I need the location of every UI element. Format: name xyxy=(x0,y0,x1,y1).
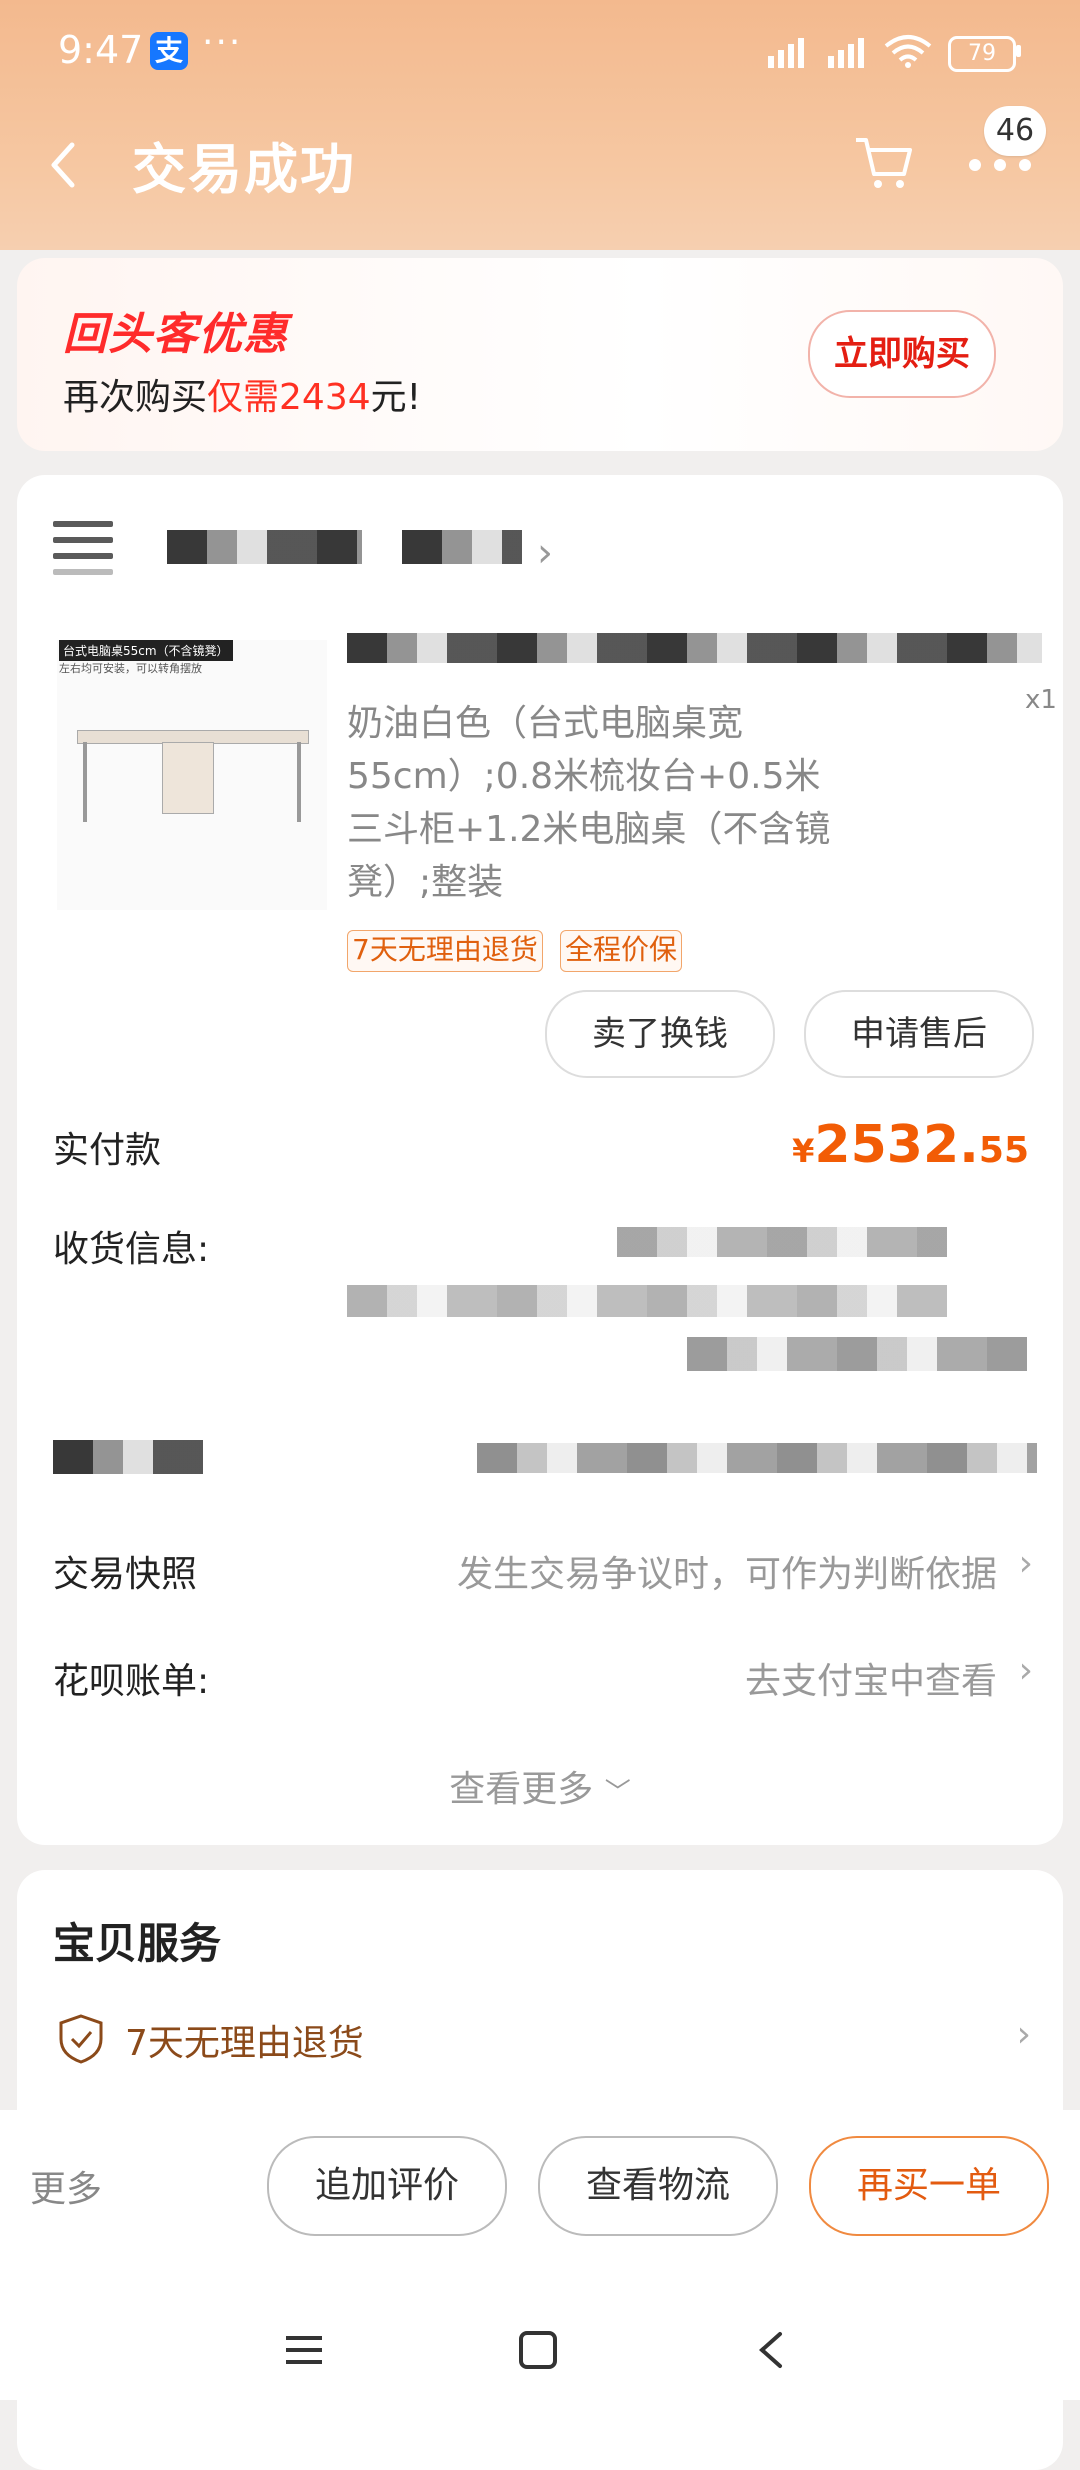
badge-price-protect: 全程价保 xyxy=(560,930,683,972)
wifi-icon xyxy=(884,35,932,68)
chevron-right-icon[interactable]: › xyxy=(537,530,553,576)
huabei-value[interactable]: 去支付宝中查看 xyxy=(745,1652,997,1704)
view-more-button[interactable]: 查看更多 ﹀ xyxy=(17,1760,1063,1812)
product-image-sub: 左右均可安装，可以转角摆放 xyxy=(59,662,202,675)
shop-icon xyxy=(53,521,113,577)
message-count-badge: 46 xyxy=(984,106,1046,156)
bottom-action-bar: 更多 追加评价 查看物流 再买一单 xyxy=(0,2110,1080,2400)
promo-text: 再次购买仅需2434元! xyxy=(63,377,422,418)
badge-7day-return: 7天无理由退货 xyxy=(347,930,543,972)
desk-cabinet xyxy=(162,742,214,814)
status-more-notifications-icon: ··· xyxy=(202,22,243,63)
service-title: 宝贝服务 xyxy=(53,1919,222,1968)
order-number-redacted xyxy=(53,1440,203,1474)
signal-icon xyxy=(768,38,804,68)
desk-leg xyxy=(83,742,87,822)
battery-icon: 79 xyxy=(948,36,1016,72)
product-title-redacted[interactable] xyxy=(347,633,1042,663)
status-time: 9:47 xyxy=(58,28,144,72)
product-image[interactable]: 台式电脑桌55cm（不含镜凳） 左右均可安装，可以转角摆放 xyxy=(57,640,327,910)
sell-button[interactable]: 卖了换钱 xyxy=(545,990,775,1078)
order-number-redacted-2 xyxy=(477,1443,1037,1473)
signal-icon-2 xyxy=(828,38,864,68)
menu-icon[interactable] xyxy=(282,2328,326,2372)
shop-name-redacted[interactable] xyxy=(167,530,362,564)
buy-again-button[interactable]: 再买一单 xyxy=(809,2136,1049,2236)
snapshot-label: 交易快照 xyxy=(53,1554,198,1595)
after-sale-button[interactable]: 申请售后 xyxy=(804,990,1034,1078)
battery-tip xyxy=(1016,45,1021,57)
chevron-right-icon[interactable]: › xyxy=(1019,1543,1033,1584)
back-nav-icon[interactable] xyxy=(750,2328,794,2372)
buy-now-button[interactable]: 立即购买 xyxy=(808,310,996,398)
chevron-down-icon: ﹀ xyxy=(604,1778,631,1808)
returning-customer-promo: 回头客优惠 再次购买仅需2434元! 立即购买 xyxy=(17,258,1063,451)
promo-price: 仅需2434 xyxy=(207,377,371,418)
huabei-label: 花呗账单: xyxy=(53,1661,210,1702)
paid-label: 实付款 xyxy=(53,1130,162,1171)
page-title: 交易成功 xyxy=(132,138,356,201)
shipping-label: 收货信息: xyxy=(53,1229,210,1270)
view-logistics-button[interactable]: 查看物流 xyxy=(538,2136,778,2236)
desk-leg xyxy=(297,742,301,822)
home-icon[interactable] xyxy=(516,2328,560,2372)
chevron-right-icon[interactable]: › xyxy=(1019,1650,1033,1691)
chevron-right-icon[interactable]: › xyxy=(1017,2014,1031,2055)
paid-amount: ¥2532.55 xyxy=(792,1115,1029,1175)
shipping-info-redacted-2 xyxy=(347,1285,947,1317)
cart-icon[interactable] xyxy=(852,130,916,194)
order-card: › 台式电脑桌55cm（不含镜凳） 左右均可安装，可以转角摆放 x1 奶油白色（… xyxy=(17,475,1063,1845)
product-quantity: x1 xyxy=(1025,685,1057,715)
promo-logo: 回头客优惠 xyxy=(63,309,288,360)
add-review-button[interactable]: 追加评价 xyxy=(267,2136,507,2236)
back-icon[interactable] xyxy=(40,135,90,195)
more-actions-button[interactable]: 更多 xyxy=(30,2160,102,2212)
product-image-tag: 台式电脑桌55cm（不含镜凳） xyxy=(59,640,233,661)
product-spec: 奶油白色（台式电脑桌宽55cm）;0.8米梳妆台+0.5米三斗柜+1.2米电脑桌… xyxy=(347,703,831,903)
alipay-notification-icon: 支 xyxy=(150,32,188,70)
service-7day-return[interactable]: 7天无理由退货 xyxy=(125,2014,364,2066)
shield-check-icon xyxy=(59,2014,103,2064)
shipping-info-redacted-3 xyxy=(687,1337,1027,1371)
system-nav-bar xyxy=(0,2300,1080,2400)
view-more-label: 查看更多 xyxy=(449,1769,594,1810)
shipping-info-redacted xyxy=(617,1227,947,1257)
snapshot-value[interactable]: 发生交易争议时，可作为判断依据 xyxy=(457,1545,997,1597)
status-bar: 9:47 支 ··· 79 xyxy=(0,0,1080,100)
shop-name-redacted-2[interactable] xyxy=(402,530,522,564)
